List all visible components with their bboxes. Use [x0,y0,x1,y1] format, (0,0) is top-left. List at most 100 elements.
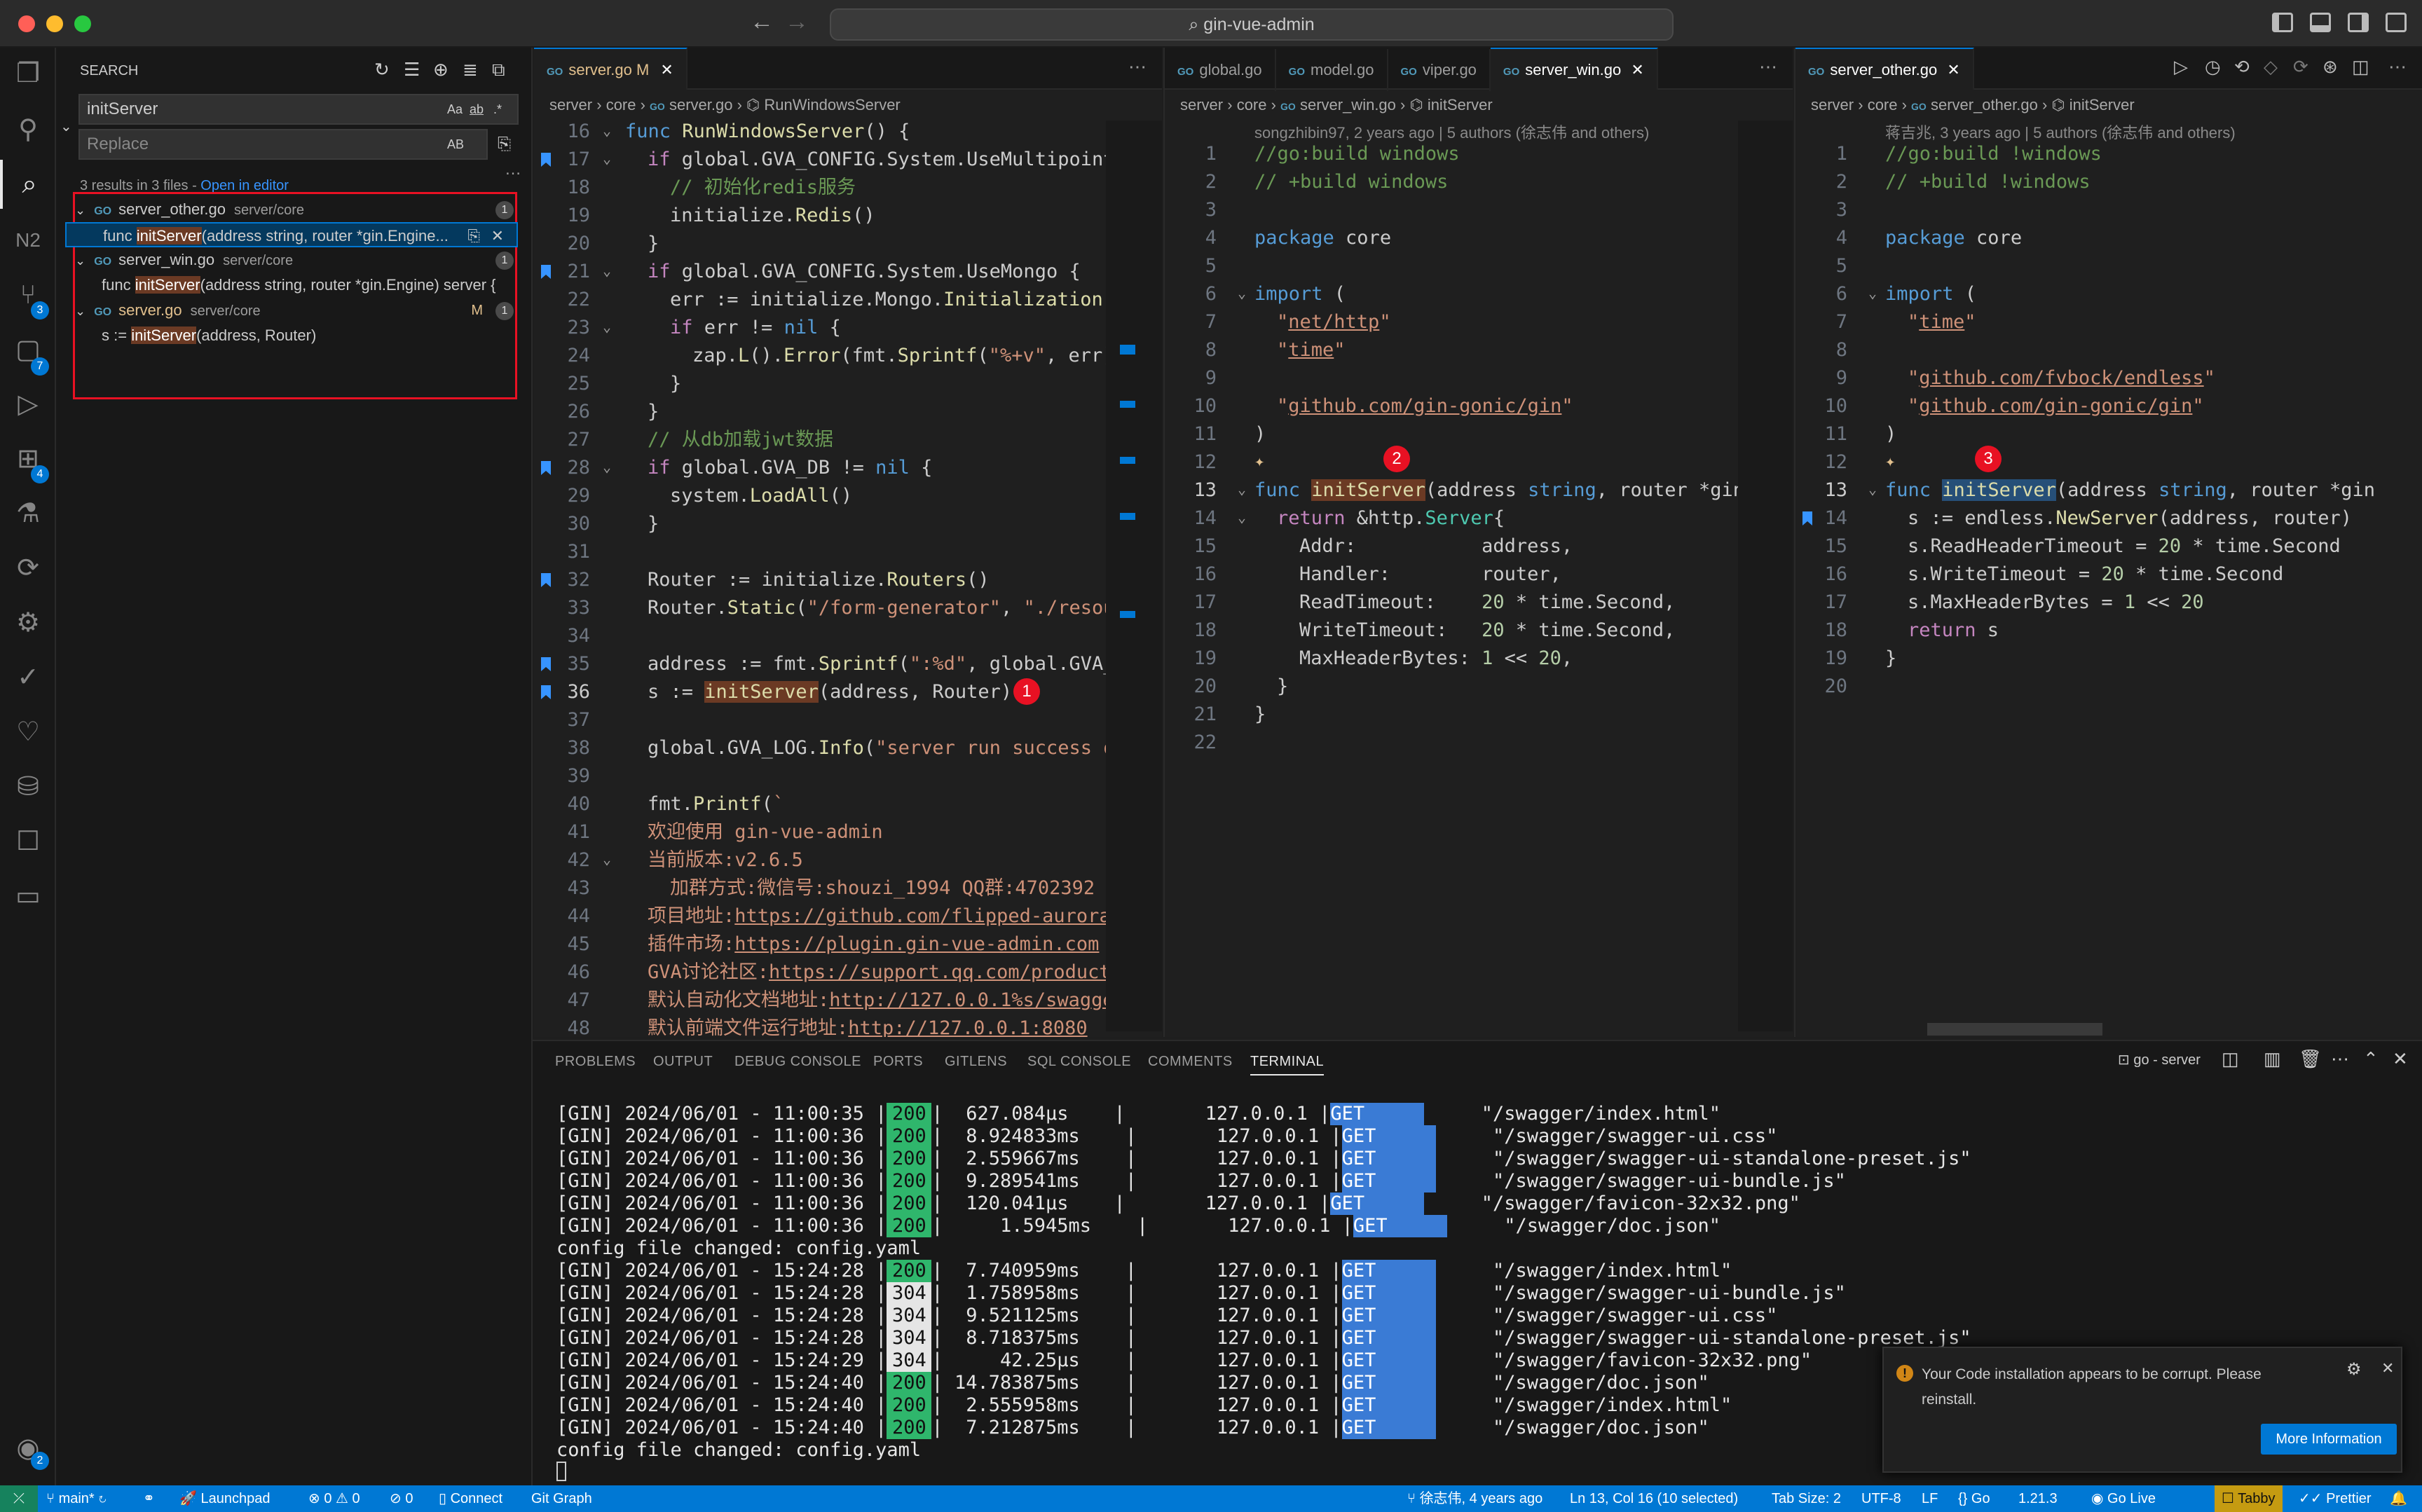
close-tab-icon[interactable]: ✕ [1947,61,1959,78]
collapse-all-icon[interactable]: ⧉ [492,59,505,81]
toggle-primary-sidebar-icon[interactable] [2272,13,2293,32]
comments-icon[interactable]: ☐ [0,817,56,866]
more-actions-icon[interactable]: ⋯ [1759,56,1777,78]
clear-results-icon[interactable]: ☰ [404,59,420,81]
timeline-icon[interactable]: ◷ [2205,56,2221,78]
branch-indicator[interactable]: ⑂ main* ↻ [46,1485,107,1512]
back-arrow-icon[interactable]: ← [750,8,774,36]
notifications-bell-icon[interactable]: 🔔 [2390,1485,2407,1512]
line-ending[interactable]: LF [1922,1485,1938,1512]
crumb[interactable]: server_win.go [1300,96,1396,114]
match-case-toggle[interactable]: Aa [447,95,463,123]
toggle-secondary-sidebar-icon[interactable] [2348,13,2369,32]
crumb[interactable]: server_other.go [1931,96,2038,114]
replace-icon[interactable]: ⎘ [467,224,480,246]
toggle-replace-chevron-icon[interactable]: ⌄ [60,118,72,135]
problems-indicator[interactable]: ⊗ 0 ⚠ 0 [308,1485,360,1512]
tab-gitlens[interactable]: GITLENS [945,1054,1007,1070]
tab-terminal[interactable]: TERMINAL [1250,1054,1325,1075]
maximize-window-button[interactable] [74,15,91,32]
minimize-window-button[interactable] [46,15,63,32]
result-file-server-other[interactable]: ⌄ GO server_other.go server/core 1 [75,197,516,222]
open-in-editor-link[interactable]: Open in editor [200,178,289,193]
minimap-1[interactable] [1106,121,1162,1031]
notification-settings-icon[interactable]: ⚙ [2346,1359,2362,1380]
horizontal-scrollbar[interactable] [1927,1023,2102,1036]
launchpad-item[interactable]: 🚀 Launchpad [179,1485,270,1512]
n2-icon[interactable]: N2 [0,216,56,265]
checklist-icon[interactable]: ✓ [0,653,56,702]
crumb[interactable]: server [1811,96,1854,114]
result-file-server-win[interactable]: ⌄ GO server_win.go server/core 1 [75,247,516,273]
tabby-item[interactable]: ☐ Tabby [2215,1485,2283,1512]
database-icon[interactable]: ⛁ [0,762,56,811]
tab-ports[interactable]: PORTS [873,1054,923,1070]
prev-change-icon[interactable]: ◇ [2264,56,2278,78]
crumb[interactable]: core [1237,96,1267,114]
close-window-button[interactable] [18,15,35,32]
tab-debug-console[interactable]: DEBUG CONSOLE [734,1054,861,1070]
new-search-editor-icon[interactable]: ⊕ [433,59,449,81]
refresh-icon[interactable]: ↻ [374,59,390,81]
tab-server-win-go[interactable]: GO server_win.go ✕ [1490,48,1658,90]
testing-icon[interactable]: ⚗ [0,489,56,538]
crumb[interactable]: initServer [2069,96,2135,114]
command-center[interactable]: ⌕ gin-vue-admin [830,8,1674,41]
search-view-icon[interactable]: ⌕ [0,160,56,209]
result-match-server-other[interactable]: func initServer(address string, router *… [65,222,518,247]
go-live-item[interactable]: ◉ Go Live [2091,1485,2156,1512]
toggle-panel-icon[interactable] [2310,13,2331,32]
crumb[interactable]: core [606,96,636,114]
dismiss-icon[interactable]: ✕ [491,224,504,246]
result-match-server-win[interactable]: func initServer(address string, router *… [75,273,516,298]
debug-icon[interactable]: ▷ [0,380,56,429]
more-information-button[interactable]: More Information [2261,1424,2397,1455]
encoding[interactable]: UTF-8 [1861,1485,1901,1512]
language-mode[interactable]: {} Go [1958,1485,1990,1512]
crumb[interactable]: server [1180,96,1223,114]
explorer-icon[interactable]: ❐ [0,49,56,98]
crumb[interactable]: server.go [669,96,733,114]
split-terminal-icon[interactable]: ◫ [2222,1048,2239,1070]
crumb[interactable]: core [1868,96,1898,114]
replace-input[interactable]: Replace AB [78,129,488,160]
terminal-selector[interactable]: ⊡ go - server [2118,1051,2201,1068]
publish-icon[interactable]: ⚭ [143,1485,155,1512]
crumb[interactable]: RunWindowsServer [764,96,900,114]
tab-server-other-go[interactable]: GO server_other.go ✕ [1795,48,1974,90]
close-panel-icon[interactable]: ✕ [2393,1048,2408,1070]
split-icon[interactable]: ▥ [2264,1048,2281,1070]
go-version[interactable]: 1.21.3 [2018,1485,2058,1512]
split-editor-icon[interactable]: ◫ [2352,56,2369,78]
tab-size[interactable]: Tab Size: 2 [1772,1485,1841,1512]
result-match-server[interactable]: s := initServer(address, Router) [75,323,516,348]
notification-close-icon[interactable]: ✕ [2381,1359,2394,1377]
tab-global-go[interactable]: GO global.go [1165,49,1276,91]
close-tab-icon[interactable]: ✕ [1631,61,1643,78]
folder-icon[interactable]: ▭ [0,872,56,921]
tab-sql-console[interactable]: SQL CONSOLE [1027,1054,1131,1070]
ports-indicator[interactable]: ⊘ 0 [390,1485,413,1512]
replace-all-icon[interactable]: ⎘ [498,135,511,154]
remote-indicator-icon[interactable]: ⤫ [0,1485,38,1512]
blame-item[interactable]: ⑂ 徐志伟, 4 years ago [1407,1485,1542,1512]
cursor-position[interactable]: Ln 13, Col 16 (10 selected) [1570,1485,1738,1512]
tab-viper-go[interactable]: GO viper.go [1388,49,1491,91]
gitlens-icon[interactable]: ⟳ [0,544,56,593]
tab-model-go[interactable]: GO model.go [1276,49,1388,91]
tab-problems[interactable]: PROBLEMS [555,1054,636,1070]
result-file-server[interactable]: ⌄ GO server.go server/core M 1 [75,298,516,323]
tab-server-go[interactable]: GO server.go M ✕ [534,48,687,90]
prettier-item[interactable]: ✓✓ Prettier [2299,1485,2372,1512]
gitlens-action-icon[interactable]: ⊛ [2322,56,2338,78]
more-actions-icon[interactable]: ⋯ [1128,56,1147,78]
sparkle-icon[interactable]: ✦ [1254,451,1264,471]
tab-output[interactable]: OUTPUT [653,1054,713,1070]
sparkle-icon[interactable]: ✦ [1885,451,1895,471]
more-actions-icon[interactable]: ⋯ [2388,56,2407,78]
remote-icon[interactable]: ⚙ [0,598,56,647]
crumb[interactable]: initServer [1428,96,1493,114]
next-change-icon[interactable]: ⟳ [2293,56,2308,78]
kill-terminal-icon[interactable]: 🗑 [2299,1048,2322,1070]
maximize-panel-icon[interactable]: ⌃ [2363,1048,2379,1070]
